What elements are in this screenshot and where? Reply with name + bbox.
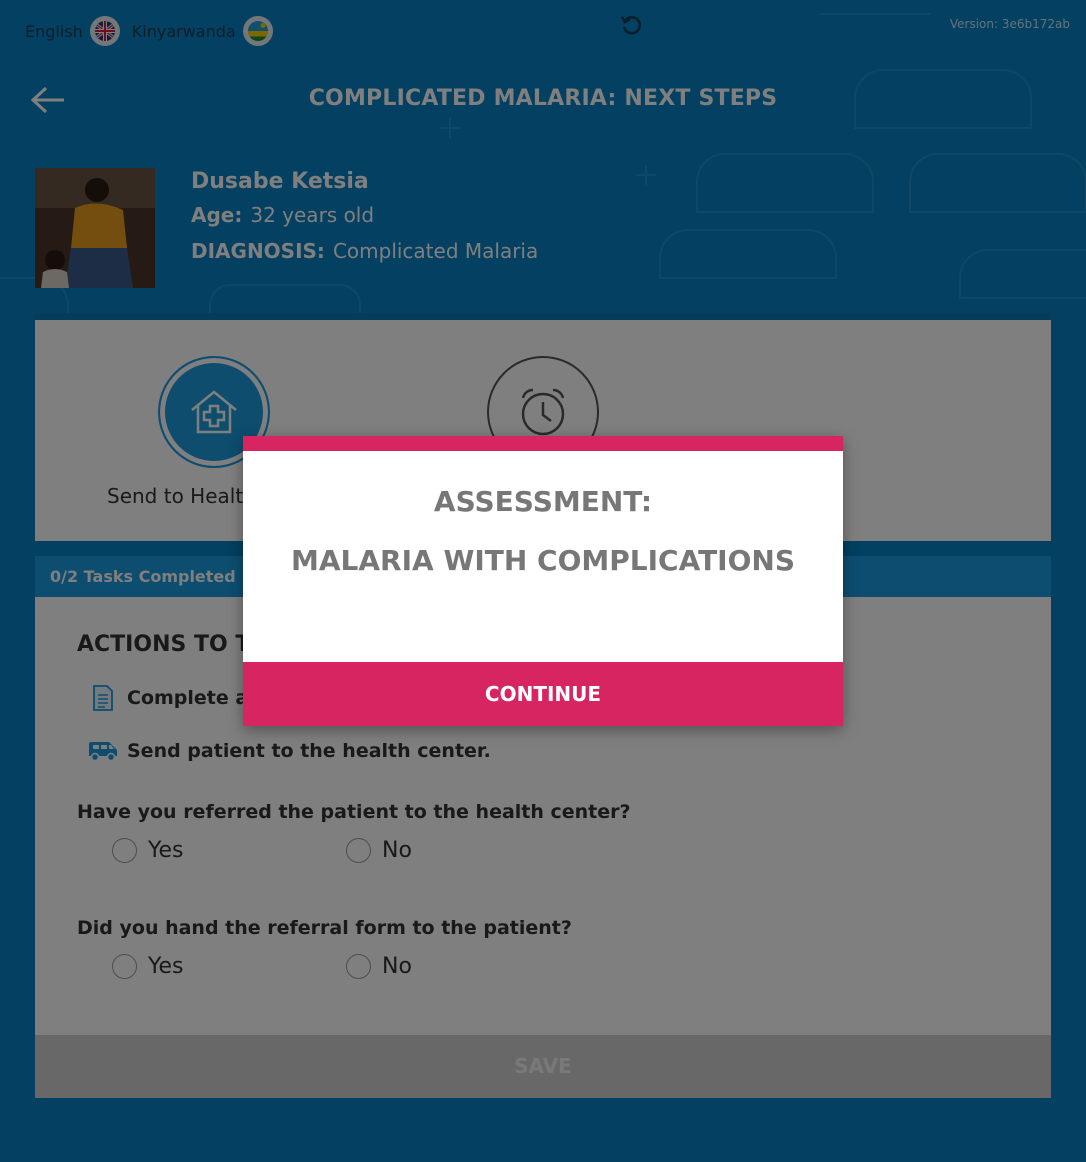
- continue-button[interactable]: CONTINUE: [243, 662, 843, 726]
- modal-assessment-result: MALARIA WITH COMPLICATIONS: [291, 544, 795, 577]
- assessment-modal: ASSESSMENT: MALARIA WITH COMPLICATIONS C…: [243, 436, 843, 726]
- modal-title: ASSESSMENT:: [433, 485, 653, 518]
